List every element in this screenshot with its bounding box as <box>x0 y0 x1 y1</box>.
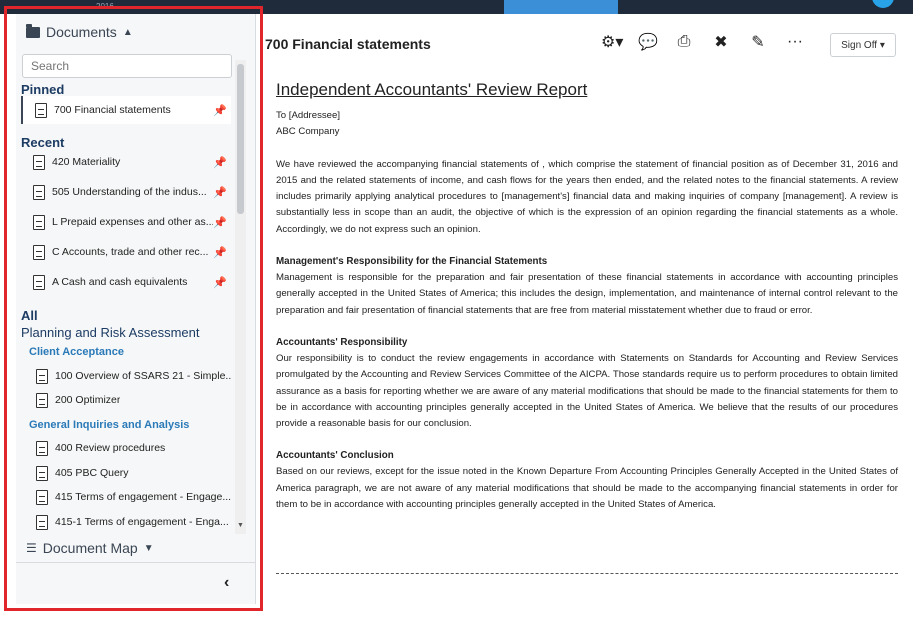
list-item-recent[interactable]: 505 Understanding of the indus... 📌 <box>21 178 231 206</box>
tree-item[interactable]: 415-1 Terms of engagement - Enga... <box>36 512 231 530</box>
tree-item-label: 400 Review procedures <box>55 442 166 454</box>
settings-icon[interactable]: ⚙▾ <box>601 32 623 52</box>
folder-icon <box>26 23 40 38</box>
edit-icon[interactable]: ✎ <box>749 32 767 52</box>
all-section-title: All <box>21 308 38 323</box>
company-name: ABC Company <box>276 126 340 138</box>
conclusion-heading: Accountants' Conclusion <box>276 450 394 462</box>
document-icon <box>33 274 45 290</box>
pin-icon[interactable]: 📌 <box>213 276 227 289</box>
document-icon <box>33 214 45 230</box>
list-icon: ☰ <box>26 541 37 555</box>
group-title[interactable]: Planning and Risk Assessment <box>21 325 199 340</box>
tree-item-label: 405 PBC Query <box>55 467 129 479</box>
subgroup-title[interactable]: General Inquiries and Analysis <box>29 419 189 431</box>
tree-item-label: 415-1 Terms of engagement - Enga... <box>55 516 229 528</box>
comment-icon[interactable]: 💬 <box>638 32 658 52</box>
document-icon <box>33 244 45 260</box>
documents-panel: Documents ▲ ▼ Pinned 700 Financial state… <box>16 14 256 604</box>
intro-paragraph: We have reviewed the accompanying financ… <box>276 158 898 235</box>
sign-off-button[interactable]: Sign Off ▾ <box>830 33 896 57</box>
list-item-recent[interactable]: 420 Materiality 📌 <box>21 148 231 176</box>
pinned-section-title: Pinned <box>21 82 65 97</box>
divider <box>276 573 898 574</box>
list-item-label: 420 Materiality <box>52 156 121 168</box>
document-icon <box>36 440 48 456</box>
list-item-label: 505 Understanding of the indus... <box>52 186 207 198</box>
sign-in-icon <box>36 514 48 530</box>
list-item-recent[interactable]: A Cash and cash equivalents 📌 <box>21 268 231 296</box>
pin-icon[interactable]: 📌 <box>213 156 227 169</box>
year-label: 2016 <box>96 2 114 11</box>
document-map-header[interactable]: ☰ Document Map ▼ <box>26 538 154 558</box>
pin-icon[interactable]: 📌 <box>213 186 227 199</box>
tree-item-label: 100 Overview of SSARS 21 - Simple... <box>55 370 231 382</box>
conclusion-paragraph: Based on our reviews, except for the iss… <box>276 466 898 511</box>
more-icon[interactable]: ··· <box>786 33 804 51</box>
report-heading: Independent Accountants' Review Report <box>276 80 588 99</box>
tree-item[interactable]: 200 Optimizer <box>36 390 231 410</box>
print-icon[interactable]: ⎙ <box>675 33 693 51</box>
management-heading: Management's Responsibility for the Fina… <box>276 256 548 268</box>
document-icon <box>35 102 47 118</box>
document-viewer: 700 Financial statements ⚙▾ 💬 ⎙ ✖ ✎ ··· … <box>263 14 913 617</box>
document-icon <box>36 392 48 408</box>
list-item-label: A Cash and cash equivalents <box>52 276 188 288</box>
addressee: To [Addressee] <box>276 110 340 121</box>
tree-item[interactable]: 415 Terms of engagement - Engage... <box>36 487 231 507</box>
documents-header[interactable]: Documents ▲ <box>26 22 133 42</box>
document-icon <box>33 184 45 200</box>
chevron-down-icon[interactable]: ▼ <box>144 543 154 554</box>
management-paragraph: Management is responsible for the prepar… <box>276 272 898 316</box>
tree-item[interactable]: 100 Overview of SSARS 21 - Simple... <box>36 366 231 386</box>
accountants-paragraph: Our responsibility is to conduct the rev… <box>276 352 898 430</box>
pin-icon[interactable]: 📌 <box>213 104 227 117</box>
document-icon <box>33 154 45 170</box>
pdf-icon <box>36 368 48 384</box>
pin-icon[interactable]: 📌 <box>213 246 227 259</box>
divider <box>16 562 256 563</box>
tree-item[interactable]: 400 Review procedures <box>36 438 231 458</box>
list-item-label: 700 Financial statements <box>54 104 171 116</box>
report-content: Independent Accountants' Review Report T… <box>276 80 898 513</box>
search-input[interactable] <box>22 54 232 78</box>
subgroup-title[interactable]: Client Acceptance <box>29 346 124 358</box>
document-icon <box>36 465 48 481</box>
chevron-up-icon[interactable]: ▲ <box>123 27 133 38</box>
tree-item[interactable]: 405 PBC Query <box>36 463 231 483</box>
page-title: 700 Financial statements <box>265 36 431 52</box>
documents-header-label: Documents <box>46 24 117 40</box>
pin-icon[interactable]: 📌 <box>213 216 227 229</box>
active-top-tab[interactable] <box>504 0 618 14</box>
list-item-pinned-700[interactable]: 700 Financial statements 📌 <box>21 96 231 124</box>
edit-document-icon <box>36 489 48 505</box>
tree-item-label: 415 Terms of engagement - Engage... <box>55 491 231 503</box>
list-item-recent[interactable]: L Prepaid expenses and other as... 📌 <box>21 208 231 236</box>
top-navigation-bar: 2016 <box>0 0 913 14</box>
document-map-label: Document Map <box>42 540 138 556</box>
list-item-recent[interactable]: C Accounts, trade and other rec... 📌 <box>21 238 231 266</box>
list-item-label: C Accounts, trade and other rec... <box>52 246 209 258</box>
avatar[interactable] <box>872 0 894 8</box>
tree-item-label: 200 Optimizer <box>55 394 121 406</box>
tools-icon[interactable]: ✖ <box>712 32 730 52</box>
collapse-panel-button[interactable]: ‹ <box>224 574 229 592</box>
document-list: Pinned 700 Financial statements 📌 Recent… <box>16 82 256 530</box>
accountants-heading: Accountants' Responsibility <box>276 336 408 348</box>
list-item-label: L Prepaid expenses and other as... <box>52 216 213 228</box>
document-toolbar: ⚙▾ 💬 ⎙ ✖ ✎ ··· <box>601 32 804 52</box>
